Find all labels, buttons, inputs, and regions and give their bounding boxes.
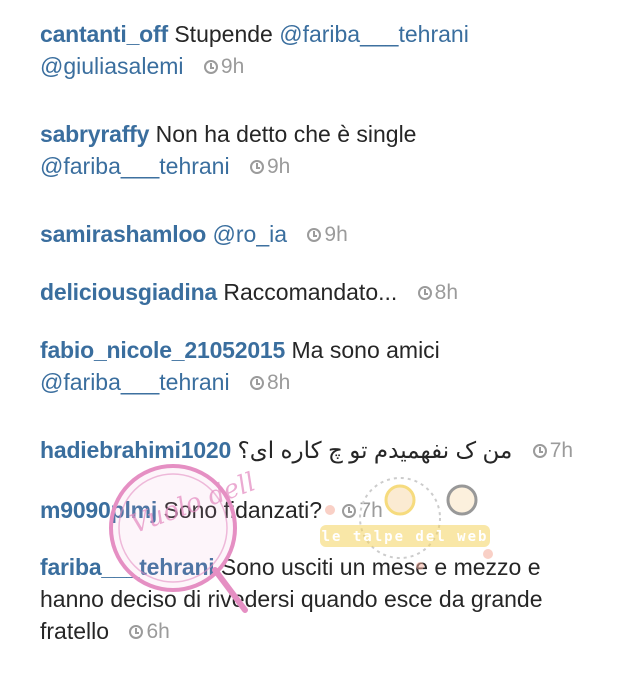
comment-username[interactable]: deliciousgiadina xyxy=(40,279,217,305)
clock-icon xyxy=(417,286,432,300)
comment-username[interactable]: fabio_nicole_21052015 xyxy=(40,337,285,363)
comment-mention[interactable]: @giuliasalemi xyxy=(40,53,184,79)
clock-icon xyxy=(307,228,322,242)
comment-item: deliciousgiadina Raccomandato... 8h xyxy=(40,276,610,309)
watermark-banner-text: le talpe del web xyxy=(322,529,489,545)
comment-username[interactable]: m9090plmj xyxy=(40,497,157,523)
comment-timestamp: 8h xyxy=(417,277,458,309)
comment-timestamp: 7h xyxy=(342,495,383,527)
comment-username[interactable]: hadiebrahimi1020 xyxy=(40,437,231,463)
comment-username[interactable]: fariba___tehrani xyxy=(40,554,215,580)
comment-item: m9090plmj Sono fidanzati? 7h xyxy=(40,494,610,527)
comment-text: من ک نفهمیدم تو چ کاره ای؟ xyxy=(237,437,513,463)
clock-icon xyxy=(203,60,218,74)
comment-mention[interactable]: @fariba___tehrani xyxy=(40,153,230,179)
comment-text: Stupende xyxy=(174,21,273,47)
clock-icon xyxy=(249,160,264,174)
clock-icon xyxy=(342,504,357,518)
comment-username[interactable]: samirashamloo xyxy=(40,221,206,247)
comment-timestamp: 7h xyxy=(532,435,573,467)
clock-icon xyxy=(249,376,264,390)
comment-item: samirashamloo @ro_ia 9h xyxy=(40,218,610,251)
comment-username[interactable]: cantanti_off xyxy=(40,21,168,47)
comment-mention[interactable]: @fariba___tehrani xyxy=(279,21,469,47)
comment-text: Raccomandato... xyxy=(223,279,398,305)
comment-item: cantanti_off Stupende @fariba___tehrani … xyxy=(40,18,610,83)
clock-icon xyxy=(129,625,144,639)
comment-text: Sono fidanzati? xyxy=(163,497,323,523)
comment-timestamp: 6h xyxy=(129,616,170,648)
comment-text: Non ha detto che è single xyxy=(155,121,417,147)
comment-mention[interactable]: @ro_ia xyxy=(213,221,288,247)
comment-item: hadiebrahimi1020 من ک نفهمیدم تو چ کاره … xyxy=(40,434,610,467)
comment-timestamp: 8h xyxy=(249,367,290,399)
comment-item: sabryraffy Non ha detto che è single @fa… xyxy=(40,118,610,183)
comment-timestamp: 9h xyxy=(249,151,290,183)
comment-mention[interactable]: @fariba___tehrani xyxy=(40,369,230,395)
comment-username[interactable]: sabryraffy xyxy=(40,121,149,147)
comment-timestamp: 9h xyxy=(203,51,244,83)
clock-icon xyxy=(532,444,547,458)
comment-text: Ma sono amici xyxy=(291,337,440,363)
comment-item: fabio_nicole_21052015 Ma sono amici @far… xyxy=(40,334,610,399)
comment-item: fariba___tehrani Sono usciti un mese e m… xyxy=(40,551,610,648)
comment-timestamp: 9h xyxy=(307,219,348,251)
